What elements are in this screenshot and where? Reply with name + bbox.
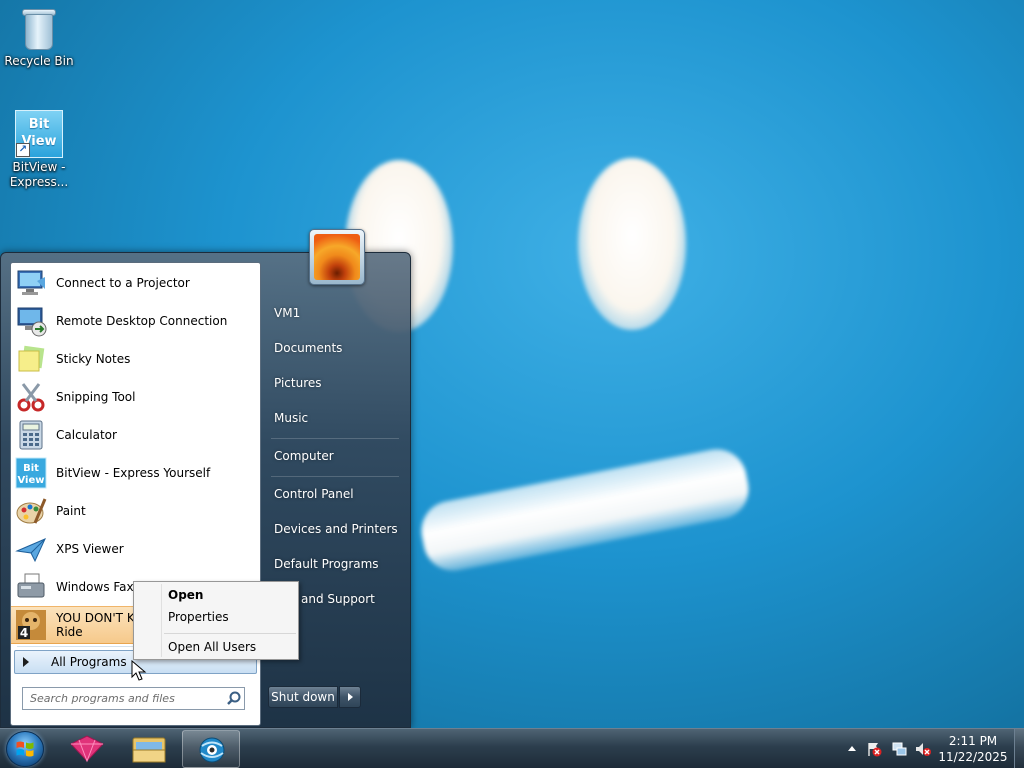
program-label: Sticky Notes [56,352,131,366]
fax-icon [17,573,45,598]
start-button[interactable] [6,731,44,767]
program-label: XPS Viewer [56,542,124,556]
taskbar-file-explorer[interactable] [120,730,178,768]
remote-desktop-icon [17,307,47,337]
desktop-icon-bitview[interactable]: Bit View ↗ BitView - Express... [1,110,77,190]
desktop-icon-label: Recycle Bin [4,54,74,68]
taskbar-app-gem[interactable] [58,730,116,768]
program-label: Calculator [56,428,117,442]
globe-media-icon [199,737,225,763]
system-clock[interactable]: 2:11 PM 11/22/2025 [934,733,1012,765]
calculator-icon [19,420,43,450]
svg-text:4: 4 [20,626,28,640]
network-icon[interactable] [891,741,907,757]
shutdown-button[interactable]: Shut down [268,686,338,708]
right-separator [271,476,399,477]
program-label: Paint [56,504,86,518]
wallpaper-eye-right [578,158,686,330]
context-menu-gutter [161,584,162,657]
start-right-documents[interactable]: Documents [274,341,342,355]
folder-icon [132,737,166,763]
desktop-icon-recycle-bin[interactable]: Recycle Bin [1,6,77,69]
pink-gem-app-icon [70,735,104,763]
sticky-notes-icon [18,345,45,372]
search-icon[interactable] [224,689,244,709]
show-desktop-button[interactable] [1014,729,1024,768]
taskbar: 2:11 PM 11/22/2025 [0,728,1024,768]
context-properties[interactable]: Properties [168,610,229,624]
program-label: Connect to a Projector [56,276,190,290]
start-right-default-programs[interactable]: Default Programs [274,557,379,571]
scissors-icon [17,383,45,412]
start-right-devices-printers[interactable]: Devices and Printers [274,522,398,536]
bitview-icon: Bit View [15,457,47,489]
program-label: Snipping Tool [56,390,136,404]
program-sticky-notes[interactable]: Sticky Notes [11,340,260,378]
program-label-line1: YOU DON'T KN [56,611,144,625]
start-right-music[interactable]: Music [274,411,308,425]
wallpaper-mouth [416,444,754,576]
start-right-vm1[interactable]: VM1 [274,306,300,320]
start-right-pictures[interactable]: Pictures [274,376,322,390]
search-input[interactable] [23,688,224,709]
clock-time: 2:11 PM [948,734,998,748]
svg-text:Bit: Bit [23,463,39,474]
paint-palette-icon [16,498,47,524]
program-label: Remote Desktop Connection [56,314,228,328]
program-snipping-tool[interactable]: Snipping Tool [11,378,260,416]
mouse-cursor-icon [131,660,147,681]
context-separator [164,633,296,634]
context-menu: Open Properties Open All Users [133,581,299,660]
context-open-all-users[interactable]: Open All Users [168,640,256,654]
desktop-icon-label-line1: BitView - [12,160,66,174]
bitview-tile-text-1: Bit [28,117,50,132]
right-separator [271,438,399,439]
program-label: BitView - Express Yourself [56,466,211,480]
windows-logo-icon [16,741,34,757]
action-center-flag-icon[interactable] [866,741,882,757]
search-box[interactable] [22,687,245,710]
program-remote-desktop[interactable]: Remote Desktop Connection [11,302,260,340]
volume-muted-icon[interactable] [915,741,931,757]
flower-avatar-icon [314,234,360,280]
program-paint[interactable]: Paint [11,492,260,530]
program-xps-viewer[interactable]: XPS Viewer [11,530,260,568]
shortcut-arrow-icon: ↗ [16,143,30,157]
start-right-help-support[interactable]: and Support [301,592,375,606]
recycle-bin-icon [21,6,57,52]
bitview-icon: Bit View ↗ [15,110,63,158]
program-connect-projector[interactable]: Connect to a Projector [11,264,260,302]
program-calculator[interactable]: Calculator [11,416,260,454]
clock-date: 11/22/2025 [938,750,1008,764]
shutdown-options-arrow[interactable] [339,686,361,708]
program-label-line2: Ride [56,625,83,639]
projector-icon [17,270,45,295]
user-account-picture[interactable] [309,229,365,285]
program-bitview[interactable]: Bit View BitView - Express Yourself [11,454,260,492]
start-right-control-panel[interactable]: Control Panel [274,487,354,501]
show-hidden-icons-chevron-icon[interactable] [844,741,860,757]
taskbar-media-app[interactable] [182,730,240,768]
desktop-icon-label-line2: Express... [9,175,69,189]
arrow-right-icon [23,657,29,667]
start-right-computer[interactable]: Computer [274,449,334,463]
xps-viewer-icon [15,538,46,563]
all-programs-label: All Programs [51,655,127,669]
context-open[interactable]: Open [168,588,203,602]
game-4-icon: 4 [16,610,46,640]
svg-text:View: View [17,475,44,486]
